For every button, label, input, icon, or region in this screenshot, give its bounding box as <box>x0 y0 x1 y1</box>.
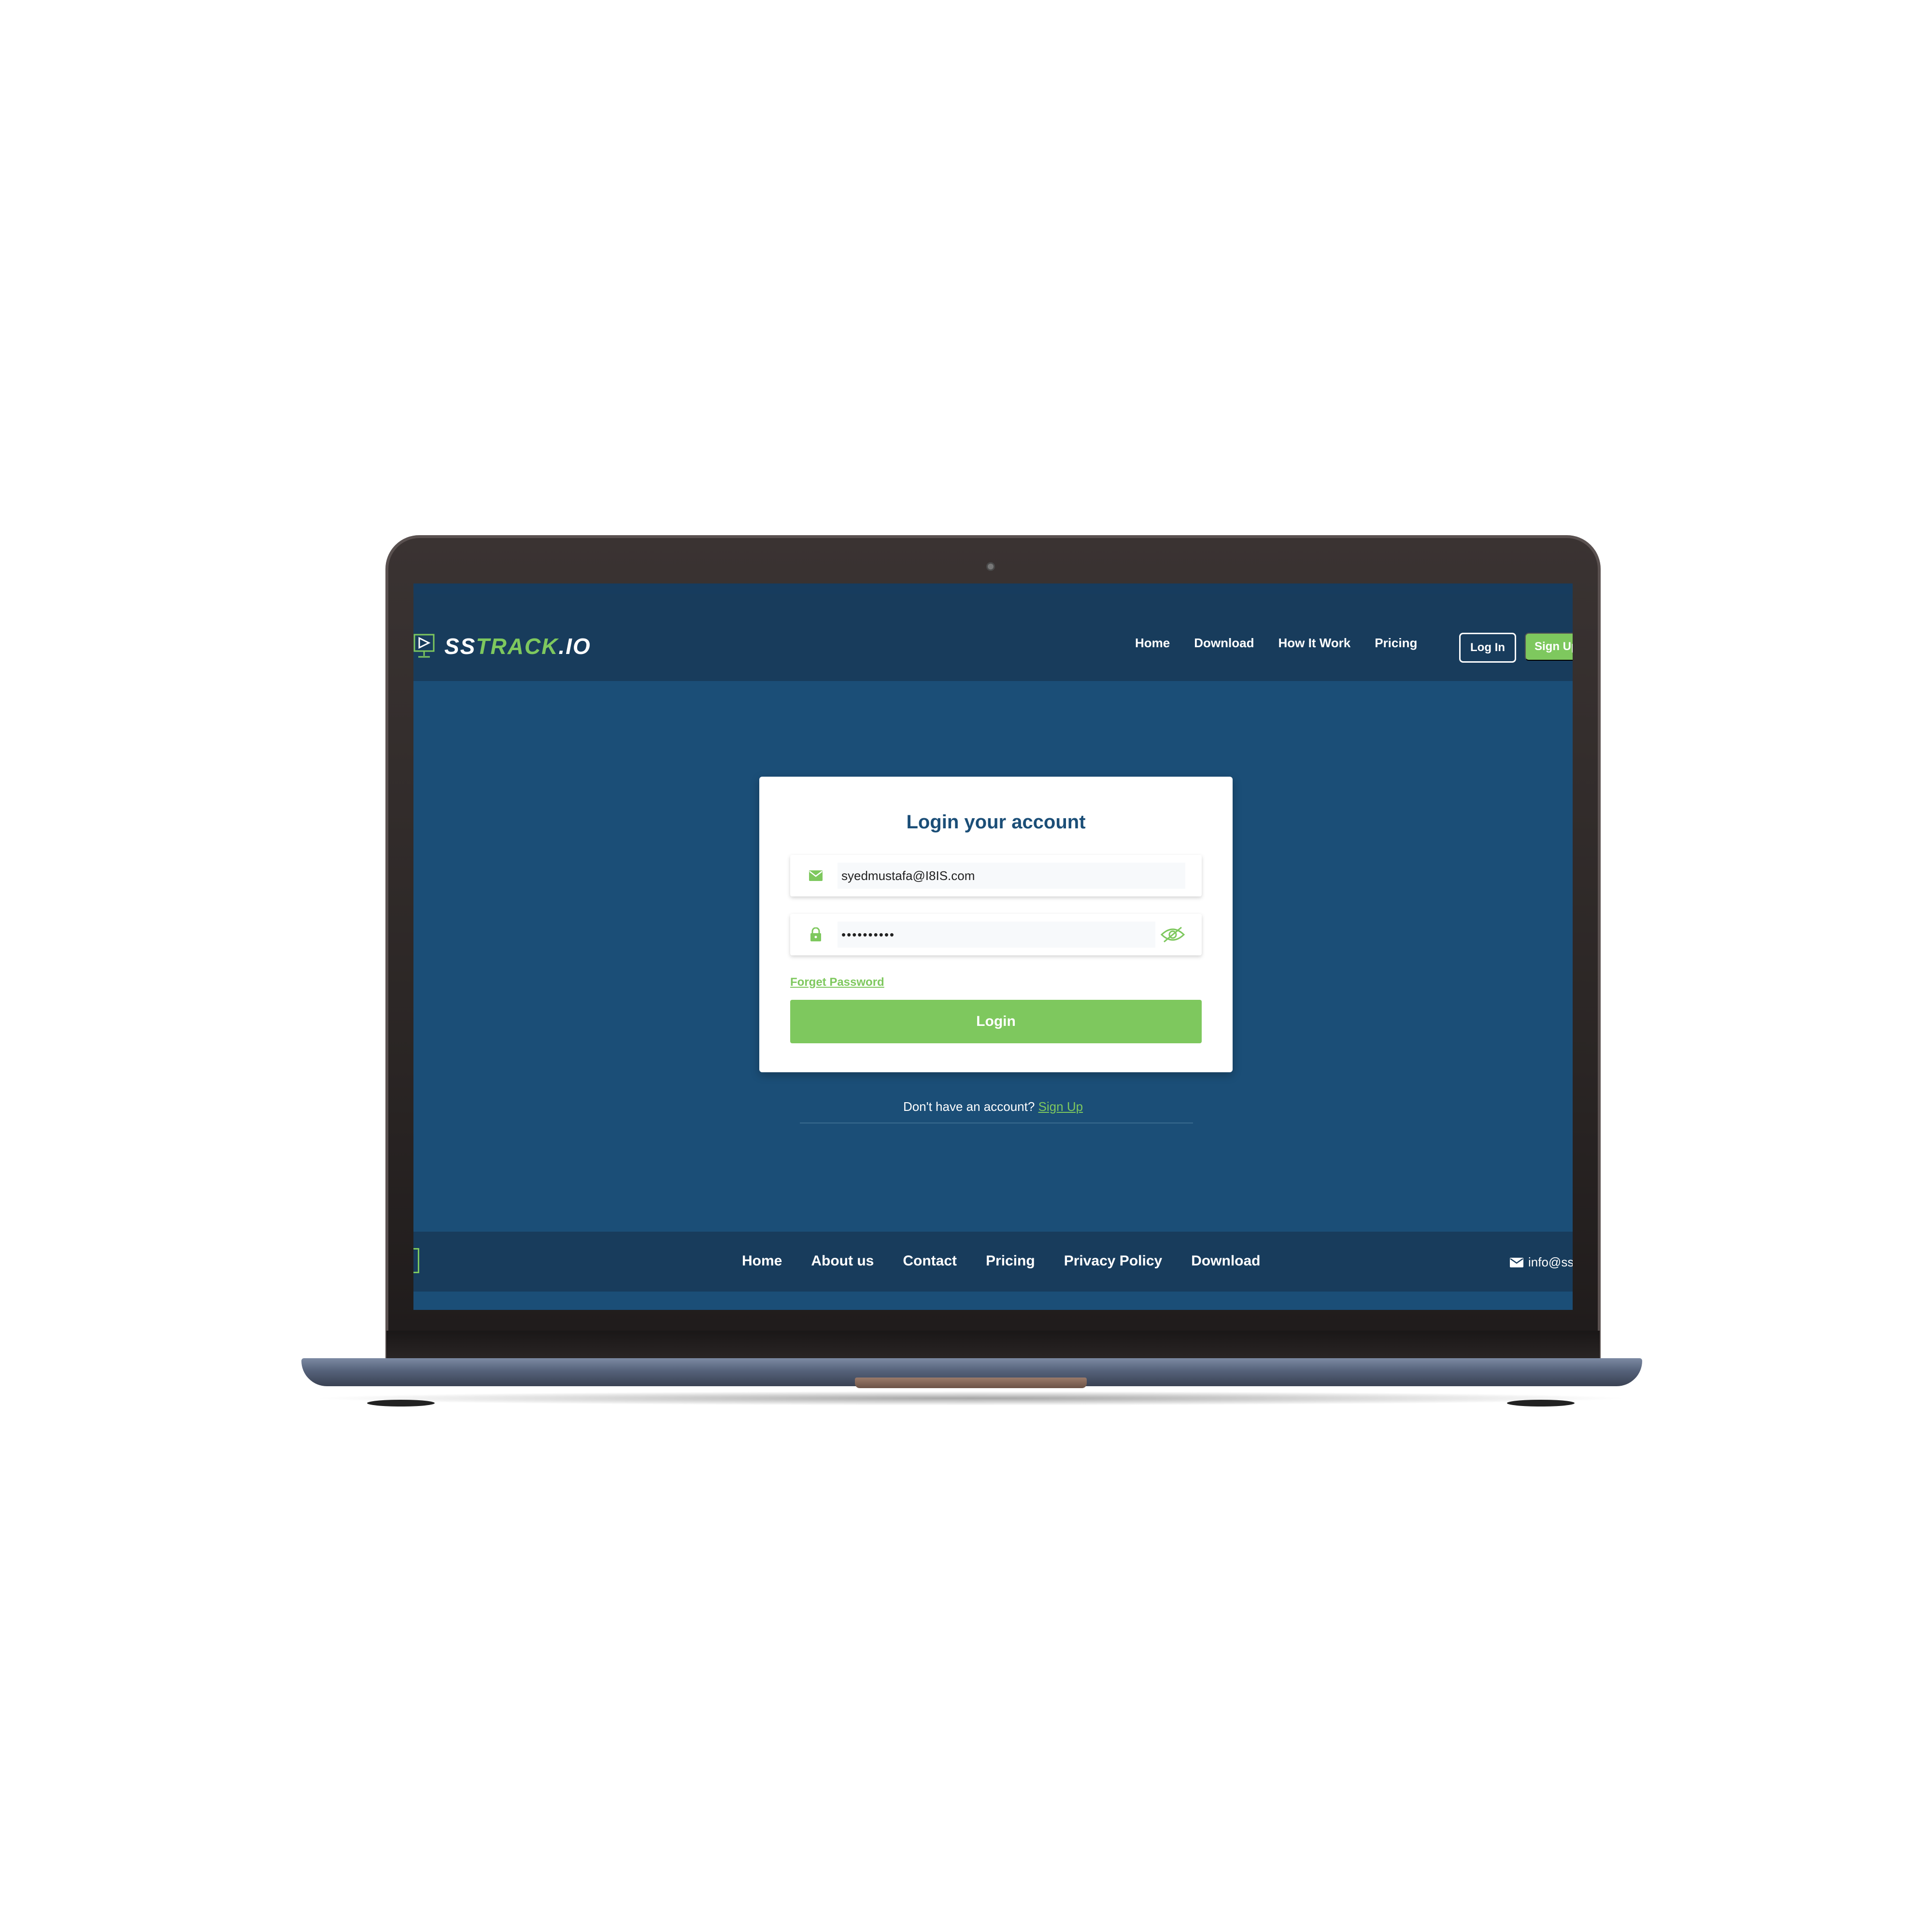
monitor-play-icon <box>413 634 435 658</box>
footer-home[interactable]: Home <box>742 1253 782 1269</box>
login-submit-button[interactable]: Login <box>790 1000 1202 1043</box>
footer-contact[interactable]: Contact <box>903 1253 957 1269</box>
password-field <box>790 914 1202 955</box>
laptop-foot-left <box>367 1400 435 1406</box>
login-title: Login your account <box>906 811 1086 833</box>
footer-pricing[interactable]: Pricing <box>986 1253 1035 1269</box>
mail-icon <box>809 868 823 883</box>
logo-wordmark: SSTRACK.IO <box>444 634 591 659</box>
signup-prompt: Don't have an account? Sign Up <box>413 1099 1573 1114</box>
main-nav: Home Download How It Work Pricing <box>1135 636 1441 651</box>
webcam <box>986 562 995 571</box>
mail-icon <box>1510 1257 1523 1267</box>
laptop-shadow <box>309 1391 1633 1406</box>
screen-top-strip <box>413 583 1573 594</box>
footer-email-text: info@sst <box>1528 1255 1573 1269</box>
email-input[interactable] <box>838 863 1185 889</box>
nav-download[interactable]: Download <box>1194 636 1254 651</box>
eye-slash-icon[interactable] <box>1160 926 1185 943</box>
footer-privacy-policy[interactable]: Privacy Policy <box>1064 1253 1162 1269</box>
divider <box>800 1122 1193 1123</box>
screen-bottom-strip <box>413 1292 1573 1310</box>
forgot-password-link[interactable]: Forget Password <box>790 976 884 989</box>
login-card: Login your account Forget Password Login <box>759 777 1233 1072</box>
navbar: SSTRACK.IO Home Download How It Work Pri… <box>413 594 1573 681</box>
lock-icon <box>809 927 823 942</box>
laptop-screen: SSTRACK.IO Home Download How It Work Pri… <box>413 583 1573 1310</box>
nav-how-it-work[interactable]: How It Work <box>1278 636 1350 651</box>
email-field <box>790 855 1202 896</box>
password-input[interactable] <box>838 922 1155 948</box>
no-account-text: Don't have an account? <box>903 1099 1035 1114</box>
footer-download[interactable]: Download <box>1191 1253 1260 1269</box>
footer-nav: Home About us Contact Pricing Privacy Po… <box>742 1253 1290 1269</box>
nav-signup-button[interactable]: Sign Up <box>1525 633 1573 661</box>
footer-about-us[interactable]: About us <box>811 1253 874 1269</box>
site-logo[interactable]: SSTRACK.IO <box>413 632 591 661</box>
footer-logo-icon <box>413 1248 419 1273</box>
footer-email[interactable]: info@sst <box>1510 1255 1573 1270</box>
footer: Home About us Contact Pricing Privacy Po… <box>413 1232 1573 1292</box>
laptop-hinge <box>386 1331 1600 1360</box>
nav-pricing[interactable]: Pricing <box>1375 636 1417 651</box>
laptop-foot-right <box>1507 1400 1575 1406</box>
laptop-opening-notch <box>855 1378 1087 1388</box>
nav-home[interactable]: Home <box>1135 636 1170 651</box>
nav-login-button[interactable]: Log In <box>1459 633 1516 663</box>
signup-link[interactable]: Sign Up <box>1038 1099 1083 1114</box>
